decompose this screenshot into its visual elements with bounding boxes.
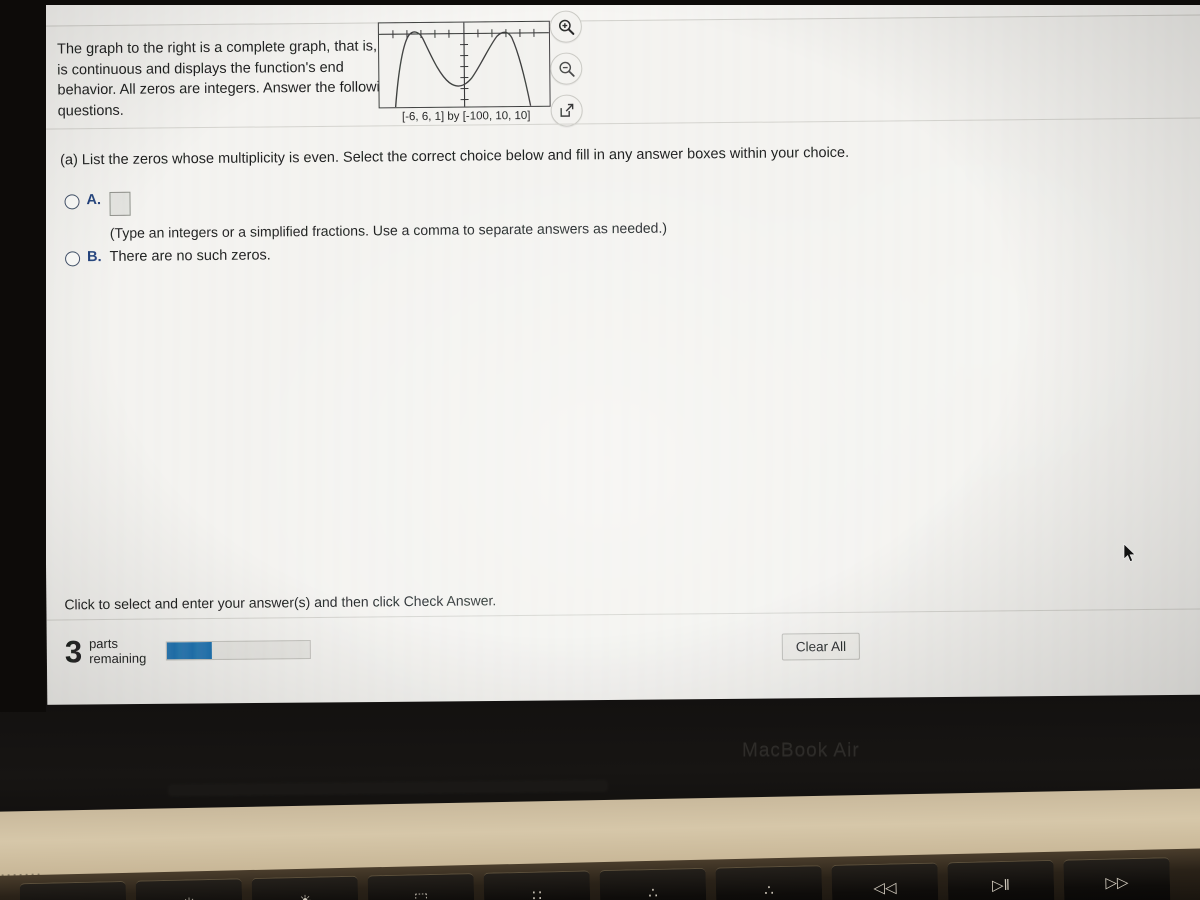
- brightness-up-key[interactable]: ☀: [251, 875, 359, 900]
- expand-graph-button[interactable]: [550, 94, 583, 127]
- choice-a-hint: (Type an integers or a simplified fracti…: [109, 219, 668, 241]
- laptop-display: The graph to the right is a complete gra…: [40, 0, 1200, 716]
- question-prompt: (a) List the zeros whose multiplicity is…: [60, 144, 850, 169]
- graph-figure[interactable]: [-6, 6, 1] by [-100, 10, 10]: [377, 20, 554, 124]
- zoom-out-button[interactable]: [550, 52, 583, 85]
- choice-a[interactable]: A.: [64, 191, 131, 217]
- graph-tool-buttons: [549, 10, 591, 136]
- radio-choice-a[interactable]: [64, 194, 80, 210]
- choice-b[interactable]: B. There are no such zeros.: [65, 247, 271, 267]
- graph-canvas[interactable]: [377, 20, 551, 109]
- zoom-in-button[interactable]: [549, 10, 583, 43]
- mission-control-key[interactable]: ⬚: [367, 872, 475, 900]
- progress-bar-fill: [167, 642, 212, 660]
- fast-forward-key[interactable]: ▷▷: [1063, 857, 1171, 900]
- brightness-down-key[interactable]: ☀: [135, 878, 243, 900]
- left-bezel-edge: [0, 0, 46, 712]
- expand-icon: [560, 103, 574, 117]
- parts-remaining-label: parts remaining: [88, 635, 147, 667]
- polynomial-graph-svg: [378, 22, 549, 108]
- launchpad-key[interactable]: ∷: [483, 870, 591, 900]
- mouse-cursor-icon: [1123, 543, 1136, 563]
- choice-b-text: There are no such zeros.: [109, 247, 271, 265]
- footer-instruction: Click to select and enter your answer(s)…: [64, 592, 497, 613]
- esc-key[interactable]: esc: [19, 880, 127, 900]
- graph-window-caption: [-6, 6, 1] by [-100, 10, 10]: [401, 109, 531, 124]
- clear-all-button[interactable]: Clear All: [781, 632, 861, 661]
- progress-bar: [166, 640, 312, 661]
- zoom-out-icon: [558, 61, 575, 77]
- zoom-in-icon: [558, 19, 574, 35]
- rewind-key[interactable]: ◁◁: [831, 862, 939, 900]
- parts-label-line2: remaining: [89, 650, 147, 666]
- answer-input-a[interactable]: [108, 191, 131, 216]
- parts-label-line1: parts: [88, 635, 119, 652]
- homework-page: The graph to the right is a complete gra…: [40, 0, 1200, 716]
- choice-b-label: B.: [86, 249, 102, 266]
- macbook-brand-label: MacBook Air: [742, 740, 860, 761]
- radio-choice-b[interactable]: [65, 251, 81, 267]
- parts-remaining-count: 3: [64, 634, 83, 670]
- photo-of-laptop-screen: The graph to the right is a complete gra…: [0, 0, 1200, 900]
- top-bezel-edge: [0, 0, 1200, 5]
- parts-remaining-group: 3 parts remaining: [64, 634, 312, 670]
- play-pause-key[interactable]: ▷‖: [947, 859, 1055, 900]
- problem-statement: The graph to the right is a complete gra…: [56, 38, 397, 120]
- keyboard-backlight-up-key[interactable]: ∴: [715, 865, 823, 900]
- choice-a-label: A.: [86, 192, 102, 209]
- keyboard-backlight-down-key[interactable]: ∴: [599, 867, 707, 900]
